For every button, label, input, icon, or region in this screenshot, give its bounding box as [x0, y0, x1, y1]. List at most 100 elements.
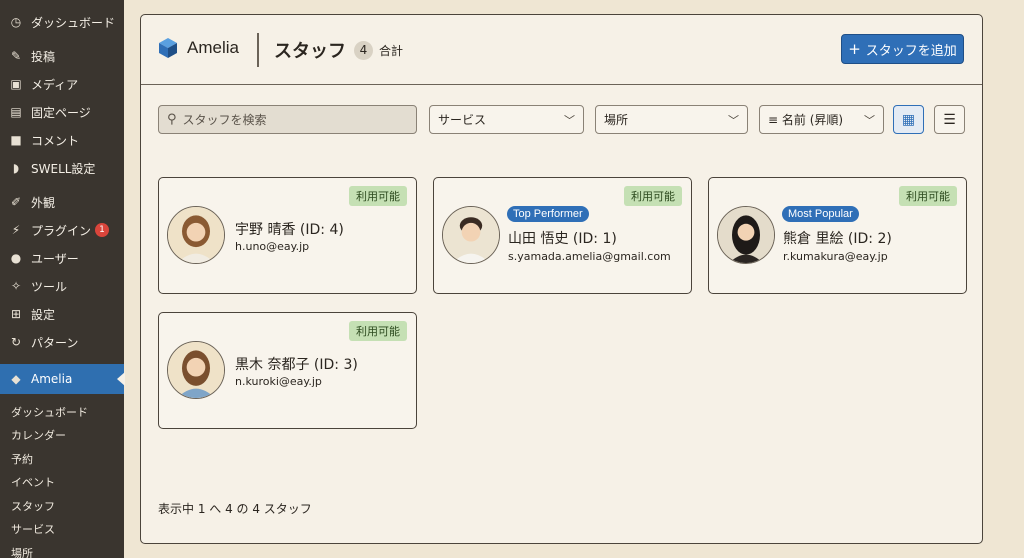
- sidebar-item-posts[interactable]: ✎ 投稿: [0, 42, 124, 70]
- sidebar-item-tools[interactable]: ✧ ツール: [0, 272, 124, 300]
- submenu-item-staff[interactable]: スタッフ: [0, 494, 124, 518]
- swell-icon: ◗: [12, 161, 20, 175]
- chevron-down-icon: ﹀: [864, 113, 875, 127]
- search-icon: ⚲: [167, 112, 177, 127]
- staff-email: r.kumakura@eay.jp: [783, 250, 888, 263]
- sidebar-item-swell[interactable]: ◗ SWELL設定: [0, 154, 124, 182]
- header-divider: [257, 33, 259, 67]
- staff-search-input[interactable]: ⚲ スタッフを検索: [158, 105, 417, 134]
- avatar: [167, 341, 225, 399]
- staff-name: 宇野 晴香 (ID: 4): [235, 222, 344, 238]
- media-icon: ▣: [10, 77, 22, 91]
- staff-name: 黒木 奈都子 (ID: 3): [235, 357, 358, 373]
- sidebar-item-label: 設定: [31, 307, 56, 322]
- location-filter-select[interactable]: 場所 ﹀: [595, 105, 748, 134]
- avatar: [167, 206, 225, 264]
- grid-icon: ▦: [901, 111, 916, 128]
- user-icon: ●: [10, 251, 22, 265]
- sidebar-item-label: SWELL設定: [31, 161, 96, 176]
- staff-email: n.kuroki@eay.jp: [235, 375, 322, 388]
- availability-badge: 利用可能: [899, 186, 957, 206]
- plus-icon: +: [848, 40, 861, 58]
- dashboard-icon: ◷: [10, 15, 22, 29]
- page-icon: ▤: [10, 105, 22, 119]
- sidebar-item-comments[interactable]: ■ コメント: [0, 126, 124, 154]
- staff-email: h.uno@eay.jp: [235, 240, 310, 253]
- submenu-item-services[interactable]: サービス: [0, 518, 124, 542]
- staff-tag: Top Performer: [507, 206, 589, 222]
- pagination-summary: 表示中 1 へ 4 の 4 スタッフ: [158, 502, 312, 516]
- location-filter-value: 場所: [604, 113, 629, 127]
- staff-name: 山田 悟史 (ID: 1): [508, 231, 617, 247]
- availability-badge: 利用可能: [624, 186, 682, 206]
- sidebar-item-label: Amelia: [31, 372, 73, 386]
- sidebar-item-settings[interactable]: ⊞ 設定: [0, 300, 124, 328]
- list-view-button[interactable]: ☰: [934, 105, 965, 134]
- pattern-icon: ↻: [10, 335, 22, 349]
- sort-select[interactable]: ≡ 名前 (昇順) ﹀: [759, 105, 884, 134]
- sidebar-item-label: メディア: [31, 77, 79, 92]
- availability-badge: 利用可能: [349, 186, 407, 206]
- sidebar-item-amelia[interactable]: ◆ Amelia: [0, 364, 125, 394]
- submenu-item-events[interactable]: イベント: [0, 471, 124, 495]
- submenu-item-locations[interactable]: 場所: [0, 541, 124, 558]
- submenu-item-appointments[interactable]: 予約: [0, 447, 124, 471]
- service-filter-value: サービス: [438, 113, 487, 127]
- staff-name: 熊倉 里絵 (ID: 2): [783, 231, 892, 247]
- sort-value-group: ≡ 名前 (昇順): [768, 111, 843, 128]
- staff-count-badge: 4: [354, 40, 373, 60]
- amelia-icon: ◆: [11, 372, 21, 386]
- brush-icon: ✐: [10, 195, 22, 209]
- amelia-logo-icon: [159, 38, 177, 58]
- staff-tag: Most Popular: [782, 206, 859, 222]
- chevron-down-icon: ﹀: [564, 113, 575, 127]
- staff-card[interactable]: 利用可能 宇野 晴香 (ID: 4) h.uno@eay.jp: [158, 177, 417, 294]
- staff-count-suffix: 合計: [379, 43, 404, 58]
- staff-card[interactable]: 利用可能 Top Performer 山田 悟史 (ID: 1) s.yamad…: [433, 177, 692, 294]
- sidebar-item-appearance[interactable]: ✐ 外観: [0, 188, 124, 216]
- page-title-group: スタッフ 4 合計: [274, 37, 403, 63]
- sidebar-item-label: ダッシュボード: [31, 15, 116, 30]
- add-staff-button[interactable]: + スタッフを追加: [841, 34, 964, 64]
- list-icon: ☰: [943, 111, 956, 128]
- sidebar-item-dashboard[interactable]: ◷ ダッシュボード: [0, 8, 124, 36]
- sidebar-item-media[interactable]: ▣ メディア: [0, 70, 124, 98]
- add-staff-label: スタッフを追加: [865, 43, 957, 59]
- pin-icon: ✎: [10, 49, 22, 63]
- sidebar-item-users[interactable]: ● ユーザー: [0, 244, 124, 272]
- service-filter-select[interactable]: サービス ﹀: [429, 105, 584, 134]
- comment-icon: ■: [10, 133, 22, 147]
- sidebar-item-patterns[interactable]: ↻ パターン: [0, 328, 124, 356]
- sort-value: 名前 (昇順): [781, 113, 844, 127]
- panel-header: Amelia スタッフ 4 合計 + スタッフを追加: [141, 15, 982, 85]
- avatar: [442, 206, 500, 264]
- staff-email: s.yamada.amelia@gmail.com: [508, 250, 671, 263]
- sidebar-item-label: 投稿: [31, 49, 56, 64]
- admin-sidebar: ◷ ダッシュボード ✎ 投稿 ▣ メディア ▤ 固定ページ ■ コメント ◗ S…: [0, 0, 125, 558]
- amelia-logo: Amelia: [157, 37, 239, 59]
- sidebar-item-label: パターン: [31, 335, 79, 350]
- sidebar-item-label: 外観: [31, 195, 56, 210]
- sidebar-item-label: ツール: [31, 279, 68, 294]
- sidebar-item-label: コメント: [31, 133, 80, 148]
- availability-badge: 利用可能: [349, 321, 407, 341]
- staff-card[interactable]: 利用可能 Most Popular 熊倉 里絵 (ID: 2) r.kumaku…: [708, 177, 967, 294]
- grid-view-button[interactable]: ▦: [893, 105, 924, 134]
- plugin-icon: ⚡: [11, 223, 21, 237]
- logo-name: Amelia: [187, 38, 239, 57]
- page-title: スタッフ: [274, 41, 346, 62]
- staff-panel: Amelia スタッフ 4 合計 + スタッフを追加 ⚲ スタッフを検索 サービ…: [140, 14, 983, 544]
- sidebar-item-label: プラグイン: [31, 223, 92, 238]
- chevron-down-icon: ﹀: [728, 113, 739, 127]
- avatar: [717, 206, 775, 264]
- sidebar-item-plugins[interactable]: ⚡ プラグイン 1: [0, 216, 124, 244]
- wrench-icon: ✧: [10, 279, 22, 293]
- sidebar-item-label: 固定ページ: [31, 105, 91, 120]
- search-placeholder: スタッフを検索: [182, 113, 267, 127]
- submenu-item-calendar[interactable]: カレンダー: [0, 424, 124, 448]
- sidebar-item-pages[interactable]: ▤ 固定ページ: [0, 98, 124, 126]
- sort-icon: ≡: [768, 113, 779, 127]
- submenu-item-dashboard[interactable]: ダッシュボード: [0, 400, 124, 424]
- staff-card[interactable]: 利用可能 黒木 奈都子 (ID: 3) n.kuroki@eay.jp: [158, 312, 417, 429]
- sidebar-item-label: ユーザー: [31, 251, 79, 266]
